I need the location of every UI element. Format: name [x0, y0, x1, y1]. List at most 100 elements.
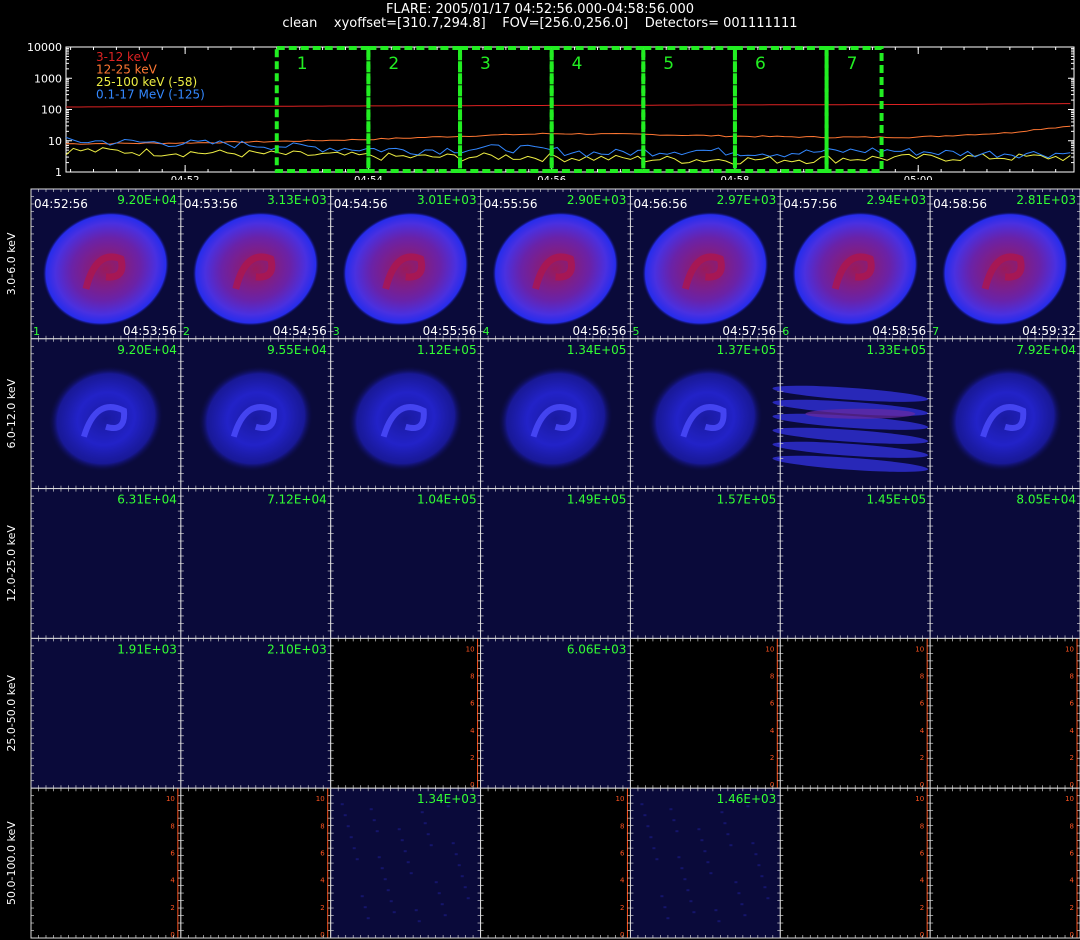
cell-axis-label: 2	[470, 754, 474, 762]
cell-axis-label: 2	[1070, 754, 1074, 762]
peak-value-label: 6.06E+03	[567, 642, 627, 656]
noise-speckle	[372, 819, 376, 822]
peak-value-label: 2.90E+03	[567, 193, 627, 207]
noise-speckle	[360, 895, 364, 898]
end-time-label: 04:57:56	[722, 324, 776, 338]
cell-background	[630, 488, 781, 639]
energy-band-label: 6.0-12.0 keV	[5, 378, 18, 448]
peak-value-label: 2.97E+03	[717, 193, 777, 207]
image-cell: 7.12E+04	[180, 488, 332, 639]
image-cell: 0246810	[779, 787, 931, 939]
image-cell: 0246810	[180, 787, 332, 939]
image-cell: 9.20E+04	[30, 338, 182, 490]
noise-speckle	[740, 903, 744, 906]
noise-speckle	[737, 892, 741, 895]
cell-axis-label: 6	[920, 850, 925, 858]
cell-axis-label: 4	[620, 877, 625, 885]
noise-speckle	[672, 819, 676, 822]
noise-speckle	[366, 917, 370, 920]
cell-axis-label: 10	[915, 645, 924, 653]
cell-axis-label: 4	[1070, 877, 1075, 885]
cell-background	[480, 488, 631, 639]
image-cell: 1.91E+03	[30, 637, 182, 789]
cell-axis-label: 8	[620, 822, 624, 830]
cell-background	[930, 638, 1080, 789]
noise-speckle	[460, 875, 464, 878]
cell-axis-label: 8	[920, 673, 924, 681]
start-time-label: 04:54:56	[334, 197, 388, 211]
noise-speckle	[426, 833, 430, 836]
cell-axis-label: 2	[920, 754, 924, 762]
noise-speckle	[443, 914, 447, 917]
energy-band-label: 25.0-50.0 keV	[5, 674, 18, 751]
peak-value-label: 6.31E+04	[117, 493, 177, 507]
interval-index-label: 1	[33, 325, 40, 338]
peak-value-label: 2.81E+03	[1016, 193, 1076, 207]
cell-axis-label: 6	[920, 700, 925, 708]
noise-speckle	[754, 853, 758, 856]
energy-band-label: 50.0-100.0 keV	[5, 821, 18, 905]
cell-background	[180, 638, 331, 789]
cell-background	[930, 788, 1080, 938]
noise-speckle	[414, 909, 418, 912]
end-time-label: 04:58:56	[872, 324, 926, 338]
noise-speckle	[663, 906, 667, 909]
cell-axis-label: 10	[765, 645, 774, 653]
image-cell: 2.81E+03 04:58:56 04:59:32 7	[929, 188, 1080, 340]
cell-background	[31, 788, 181, 938]
peak-value-label: 1.91E+03	[117, 642, 177, 656]
cell-axis-label: 10	[616, 795, 625, 803]
noise-speckle	[763, 886, 767, 889]
noise-speckle	[355, 858, 359, 861]
noise-speckle	[734, 881, 738, 884]
noise-speckle	[683, 878, 687, 881]
cell-axis-label: 4	[920, 727, 925, 735]
image-cell: 3.13E+03 04:53:56 04:54:56 2	[180, 188, 332, 340]
image-cell: 1.04E+05	[330, 488, 482, 639]
noise-speckle	[640, 803, 644, 806]
noise-speckle	[729, 844, 733, 847]
end-time-label: 04:54:56	[273, 324, 327, 338]
noise-speckle	[340, 803, 344, 806]
peak-value-label: 7.92E+04	[1016, 343, 1076, 357]
noise-speckle	[375, 830, 379, 833]
noise-speckle	[703, 850, 707, 853]
cell-axis-label: 6	[170, 850, 175, 858]
image-cell: 2.90E+03 04:55:56 04:56:56 4	[480, 188, 631, 340]
noise-speckle	[392, 911, 396, 914]
peak-value-label: 1.04E+05	[417, 493, 477, 507]
noise-speckle	[352, 847, 356, 850]
peak-value-label: 1.57E+05	[717, 493, 777, 507]
image-cell: 1.12E+05	[330, 338, 482, 490]
noise-speckle	[346, 825, 350, 828]
peak-value-label: 1.46E+03	[717, 792, 777, 806]
cell-background	[930, 488, 1080, 639]
cell-background	[31, 488, 181, 639]
noise-speckle	[680, 867, 684, 870]
end-time-label: 04:59:32	[1022, 324, 1076, 338]
peak-value-label: 1.45E+05	[867, 493, 927, 507]
cell-background	[780, 788, 931, 938]
cell-axis-label: 6	[320, 850, 325, 858]
image-cell: 0246810	[30, 787, 182, 939]
cell-axis-label: 2	[320, 904, 324, 912]
image-cell: 9.20E+04 04:52:56 04:53:56 1	[30, 188, 182, 340]
start-time-label: 04:53:56	[184, 197, 238, 211]
cell-axis-label: 8	[1070, 673, 1074, 681]
noise-speckle	[726, 833, 730, 836]
start-time-label: 04:52:56	[34, 197, 88, 211]
cell-background	[330, 488, 481, 639]
cell-axis-label: 2	[920, 904, 924, 912]
peak-value-label: 1.34E+03	[417, 792, 477, 806]
noise-speckle	[649, 836, 653, 839]
noise-speckle	[757, 864, 761, 867]
energy-band-label: 3.0-6.0 keV	[5, 232, 18, 295]
cell-axis-label: 10	[1065, 645, 1074, 653]
interval-index-label: 3	[333, 325, 340, 338]
noise-speckle	[420, 811, 424, 814]
noise-speckle	[389, 900, 393, 903]
noise-speckle	[669, 808, 673, 811]
end-time-label: 04:55:56	[423, 324, 477, 338]
cell-axis-label: 6	[1070, 700, 1075, 708]
peak-value-label: 1.33E+05	[867, 343, 927, 357]
